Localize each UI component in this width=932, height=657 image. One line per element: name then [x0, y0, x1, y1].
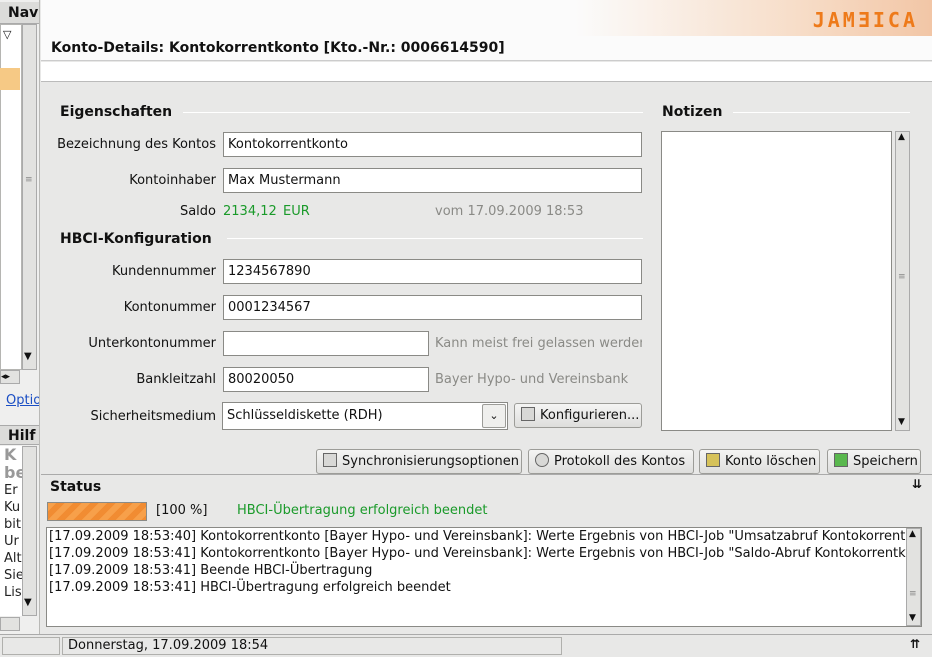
scroll-down-icon[interactable]: ▼	[24, 351, 32, 362]
subaccount-label: Unterkontonummer	[88, 336, 216, 351]
balance-label: Saldo	[179, 204, 216, 219]
balance-currency: EUR	[283, 204, 310, 219]
customer-number-field[interactable]: 1234567890	[223, 259, 642, 284]
account-holder-field[interactable]: Max Mustermann	[223, 168, 642, 193]
log-scrollbar[interactable]: ▲ ≡ ▼	[906, 528, 921, 626]
status-bar: Donnerstag, 17.09.2009 18:54 ⇈	[0, 634, 932, 657]
scroll-down-icon[interactable]: ▼	[909, 613, 916, 623]
account-number-field[interactable]: 0001234567	[223, 295, 642, 320]
account-number-label: Kontonummer	[123, 300, 216, 315]
scroll-up-icon[interactable]: ▲	[898, 132, 905, 142]
help-text-line: be	[4, 463, 22, 482]
scroll-grip-icon: ≡	[25, 175, 33, 185]
log-line: [17.09.2009 18:53:40] Kontokorrentkonto …	[49, 529, 922, 544]
subaccount-field[interactable]	[223, 331, 429, 356]
section-heading-notes: Notizen	[662, 104, 723, 120]
app-banner: JAMƎICA	[41, 0, 932, 36]
help-scrollbar[interactable]: ▼	[22, 446, 37, 616]
help-text: KbeEr Ku bit Ur Alt Sie Lis	[0, 446, 22, 616]
configure-button-label: Konfigurieren...	[540, 408, 640, 423]
scroll-grip-icon: ≡	[898, 272, 906, 282]
status-log[interactable]: [17.09.2009 18:53:40] Kontokorrentkonto …	[46, 527, 922, 627]
navigation-header: Nav	[0, 2, 39, 24]
sync-options-label: Synchronisierungsoptionen	[342, 454, 520, 469]
help-text-line: Alt	[4, 551, 22, 566]
help-text-line: K	[4, 446, 17, 464]
save-button[interactable]: Speichern	[827, 449, 921, 474]
page-title: Konto-Details: Kontokorrentkonto [Kto.-N…	[41, 36, 932, 61]
navigation-scrollbar[interactable]: ≡ ▼	[22, 24, 37, 370]
log-line: [17.09.2009 18:53:41] Kontokorrentkonto …	[49, 546, 922, 561]
expand-icon[interactable]: ⇈	[910, 637, 920, 651]
divider	[733, 112, 910, 113]
bank-code-label: Bankleitzahl	[136, 372, 216, 387]
account-holder-label: Kontoinhaber	[129, 173, 216, 188]
balance-date: vom 17.09.2009 18:53	[435, 204, 584, 219]
jameica-logo: JAMƎICA	[812, 8, 918, 32]
wrench-icon	[521, 407, 535, 421]
customer-number-label: Kundennummer	[112, 264, 216, 279]
wrench-icon	[323, 453, 337, 467]
security-medium-select[interactable]: Schlüsseldiskette (RDH) ⌄	[222, 402, 508, 430]
divider	[227, 238, 643, 239]
scroll-down-icon[interactable]: ▼	[24, 597, 32, 608]
status-bar-cell	[2, 637, 60, 655]
delete-account-button[interactable]: Konto löschen	[699, 449, 820, 474]
bank-name: Bayer Hypo- und Vereinsbank	[435, 372, 629, 387]
account-name-field[interactable]: Kontokorrentkonto	[223, 132, 642, 157]
bank-code-field[interactable]: 80020050	[223, 367, 429, 392]
status-message: HBCI-Übertragung erfolgreich beendet	[237, 503, 488, 518]
scroll-up-icon[interactable]: ▲	[909, 529, 916, 539]
progress-percent: [100 %]	[156, 503, 208, 518]
navigation-panel: Nav ▽ ≡ ▼ ◂▸ Optio Hilf KbeEr Ku bit Ur Alt S…	[0, 0, 40, 657]
log-line: [17.09.2009 18:53:41] HBCI-Übertragung e…	[49, 580, 451, 595]
notes-scrollbar[interactable]: ▲ ≡ ▼	[895, 131, 910, 431]
help-header: Hilf	[0, 425, 39, 445]
log-line: [17.09.2009 18:53:41] Beende HBCI-Übertr…	[49, 563, 373, 578]
help-text-line: Lis	[4, 585, 22, 600]
trash-icon	[706, 453, 720, 467]
help-text-line: Er	[4, 483, 18, 498]
help-text-line: Sie	[4, 568, 22, 583]
help-text-line: Ku	[4, 500, 21, 515]
configure-button[interactable]: Konfigurieren...	[514, 403, 642, 428]
divider	[183, 112, 643, 113]
section-heading-hbci: HBCI-Konfiguration	[60, 231, 212, 247]
progress-bar	[47, 502, 147, 521]
sync-options-button[interactable]: Synchronisierungsoptionen	[316, 449, 522, 474]
security-medium-label: Sicherheitsmedium	[90, 409, 216, 424]
navigation-hscrollbar[interactable]: ◂▸	[0, 370, 20, 384]
account-name-label: Bezeichnung des Kontos	[57, 137, 216, 152]
scroll-left-right-icon[interactable]: ◂▸	[1, 372, 10, 382]
navigation-selected-item[interactable]	[0, 68, 20, 90]
help-text-line: bit	[4, 517, 21, 532]
help-text-line: Ur	[4, 534, 19, 549]
collapse-icon[interactable]: ⇊	[912, 477, 922, 491]
tree-expand-icon[interactable]: ▽	[3, 28, 11, 41]
status-bar-date: Donnerstag, 17.09.2009 18:54	[62, 637, 562, 655]
title-spacer	[41, 62, 932, 82]
scroll-grip-icon: ≡	[909, 589, 917, 599]
security-medium-value: Schlüsseldiskette (RDH)	[227, 408, 383, 423]
status-heading: Status	[50, 479, 102, 495]
scroll-down-icon[interactable]: ▼	[898, 417, 905, 427]
help-hscrollbar[interactable]	[0, 617, 20, 631]
subaccount-hint: Kann meist frei gelassen werden	[435, 336, 642, 351]
save-label: Speichern	[853, 454, 918, 469]
notes-textarea[interactable]	[661, 131, 892, 431]
account-details-form: Eigenschaften Bezeichnung des Kontos Kon…	[41, 82, 932, 474]
save-icon	[834, 453, 848, 467]
options-link[interactable]: Optio	[6, 393, 39, 408]
section-heading-properties: Eigenschaften	[60, 104, 173, 120]
lightbulb-icon	[535, 453, 549, 467]
account-log-label: Protokoll des Kontos	[554, 454, 686, 469]
delete-account-label: Konto löschen	[725, 454, 817, 469]
account-log-button[interactable]: Protokoll des Kontos	[528, 449, 694, 474]
chevron-down-icon[interactable]: ⌄	[482, 404, 506, 428]
balance-value: 2134,12	[223, 204, 277, 219]
